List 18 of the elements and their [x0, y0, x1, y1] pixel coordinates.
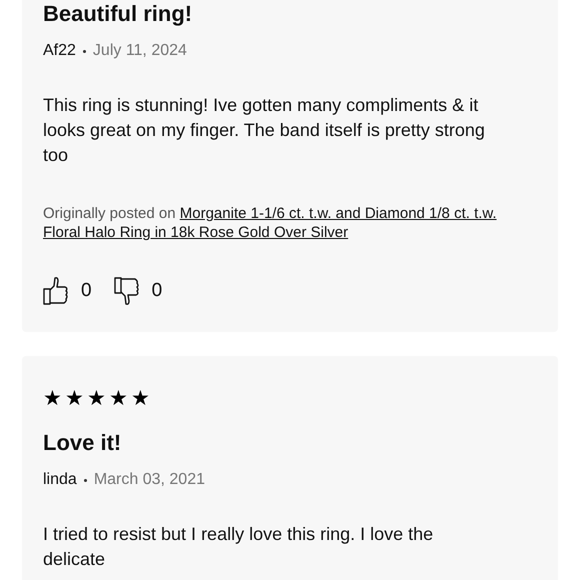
- star-icon: ★: [43, 388, 62, 409]
- source-note: Originally posted on Morganite 1-1/6 ct. t.w. and Diamond 1/8 ct. t.w. Floral Halo Ring in 18k Rose Gold Over Silver: [43, 204, 498, 242]
- star-icon: ★: [109, 388, 128, 409]
- vote-count: 0: [81, 278, 92, 303]
- author-name: linda: [43, 470, 77, 490]
- star-icon: ★: [87, 388, 106, 409]
- vote-count: 0: [152, 278, 162, 303]
- thumbs-up-icon[interactable]: [43, 276, 69, 306]
- star-icon: ★: [131, 388, 150, 409]
- review-text: I tried to resist but I really love this ring. I love the delicate: [43, 523, 434, 571]
- thumbs-down-icon[interactable]: [114, 276, 140, 306]
- review-date: March 03, 2021: [94, 470, 205, 490]
- author-name: Af22: [43, 41, 76, 61]
- review-title: Beautiful ring!: [43, 0, 194, 28]
- review-text: This ring is stunning! Ive gotten many compliments & it looks great on my finger. The band itself is pretty strong too: [43, 94, 486, 167]
- review-date: July 11, 2024: [92, 41, 187, 61]
- star-icon: ★: [65, 388, 84, 409]
- review-title: Love it!: [43, 429, 122, 457]
